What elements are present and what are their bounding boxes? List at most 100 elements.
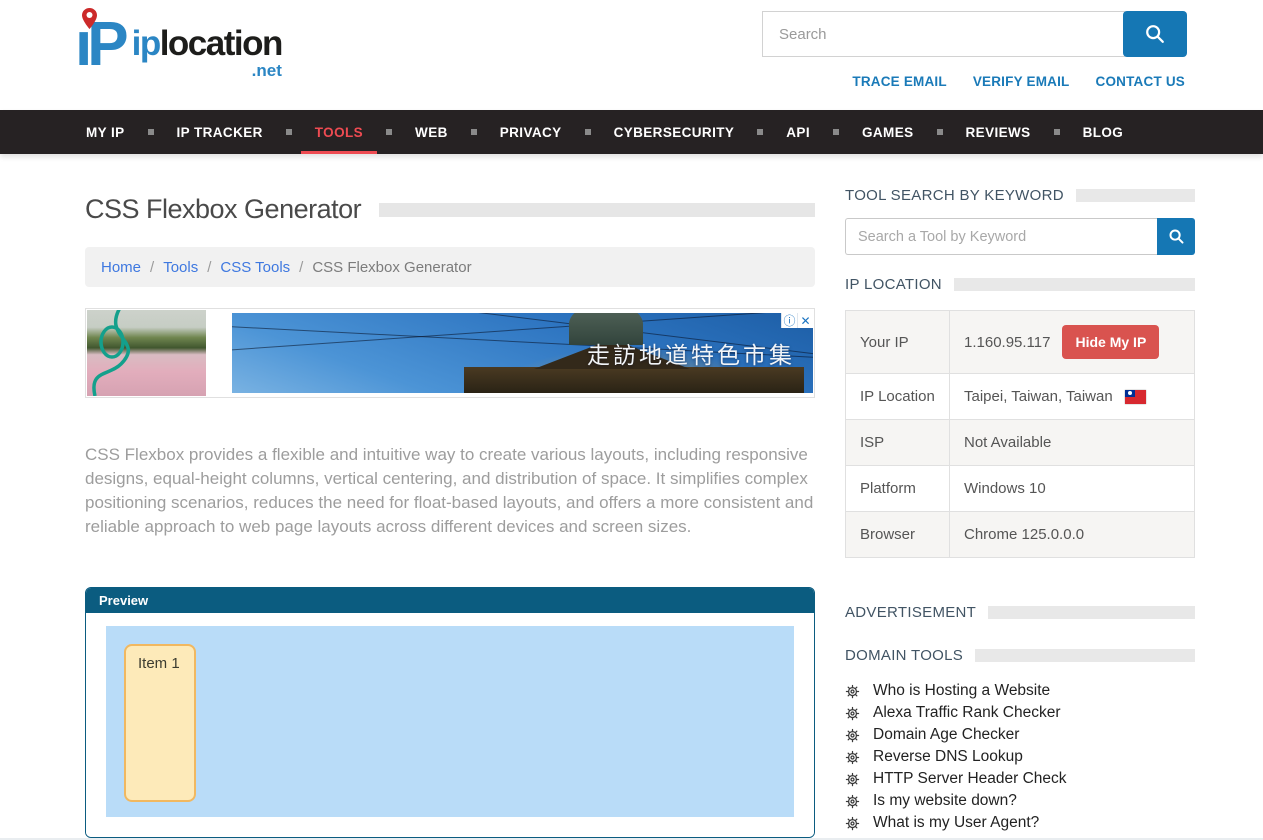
ip-row-value: Taipei, Taiwan, Taiwan [964,388,1113,405]
ad-image-left [87,310,206,396]
ip-row-value: Chrome 125.0.0.0 [964,526,1084,543]
ip-location-heading: IP LOCATION [845,276,942,293]
gear-icon [845,816,860,831]
domain-tool-item: Alexa Traffic Rank Checker [845,702,1195,724]
breadcrumb-separator: / [207,259,211,276]
domain-tool-item: HTTP Server Header Check [845,768,1195,790]
site-header: ıP iplocation .net TRACE EMAIL VERIFY EMA… [0,0,1263,110]
nav-separator-square [1054,129,1060,135]
breadcrumb-link-home[interactable]: Home [101,259,141,276]
domain-tools-heading-row: DOMAIN TOOLS [845,647,1195,664]
sidebar: TOOL SEARCH BY KEYWORD IP LOCATION Your … [845,154,1195,838]
hide-my-ip-button[interactable]: Hide My IP [1062,325,1159,359]
ip-row-label: IP Location [846,374,950,420]
nav-separator-square [148,129,154,135]
domain-tool-link-http-server-header-check[interactable]: HTTP Server Header Check [873,770,1067,788]
ip-table-row-platform: PlatformWindows 10 [846,466,1195,512]
breadcrumb-separator: / [299,259,303,276]
nav-item-blog[interactable]: BLOG [1069,110,1138,154]
heading-decorative-bar [1076,189,1195,202]
adchoices-info-icon[interactable]: ⓘ [781,313,797,328]
preview-panel: Preview Item 1 [85,587,815,838]
domain-tool-item: Who is Hosting a Website [845,680,1195,702]
flex-container: Item 1 [106,626,794,817]
domain-tool-item: Domain Age Checker [845,724,1195,746]
ad-building-graphic [464,367,804,393]
ip-table-row-browser: Browser Chrome 125.0.0.0 [846,512,1195,558]
content: CSS Flexbox Generator Home / Tools / CSS Too… [0,154,1263,838]
preview-body: Item 1 [86,613,814,837]
gear-icon [845,750,860,765]
breadcrumb-separator: / [150,259,154,276]
nav-item-web[interactable]: WEB [401,110,462,154]
header-link-trace-email[interactable]: TRACE EMAIL [852,74,946,89]
flex-item-1[interactable]: Item 1 [124,644,196,802]
breadcrumb-link-tools[interactable]: Tools [163,259,198,276]
domain-tool-link-who-is-hosting-a-website[interactable]: Who is Hosting a Website [873,682,1050,700]
tool-search-button[interactable] [1157,218,1195,255]
domain-tool-link-alexa-traffic-rank-checker[interactable]: Alexa Traffic Rank Checker [873,704,1061,722]
heading-decorative-bar [975,649,1195,662]
nav-item-reviews[interactable]: REVIEWS [952,110,1045,154]
domain-tool-link-reverse-dns-lookup[interactable]: Reverse DNS Lookup [873,748,1023,766]
header-search [762,11,1187,57]
gear-icon [845,794,860,809]
header-link-contact-us[interactable]: CONTACT US [1096,74,1186,89]
ip-row-value: Not Available [964,434,1051,451]
ad-close-icon[interactable]: ✕ [797,313,813,328]
ip-location-heading-row: IP LOCATION [845,276,1195,293]
nav-separator-square [471,129,477,135]
nav-item-privacy[interactable]: PRIVACY [486,110,576,154]
header-link-verify-email[interactable]: VERIFY EMAIL [973,74,1070,89]
header-links: TRACE EMAIL VERIFY EMAIL CONTACT US [852,74,1185,89]
nav-item-ip-tracker[interactable]: IP TRACKER [163,110,277,154]
breadcrumb-link-css-tools[interactable]: CSS Tools [220,259,290,276]
breadcrumb-current: CSS Flexbox Generator [312,259,471,276]
heading-decorative-bar [954,278,1195,291]
header-search-button[interactable] [1123,11,1187,57]
ip-row-label: Browser [846,512,950,558]
breadcrumb: Home / Tools / CSS Tools / CSS Flexbox Generat… [85,247,815,287]
domain-tool-link-domain-age-checker[interactable]: Domain Age Checker [873,726,1019,744]
preview-header: Preview [86,588,814,613]
ad-caption: 走訪地道特色市集 [587,336,795,370]
main-column: CSS Flexbox Generator Home / Tools / CSS Too… [85,154,815,838]
header-search-input[interactable] [762,11,1125,57]
logo-wordmark: iplocation [132,24,282,63]
ad-banner[interactable]: 走訪地道特色市集 ⓘ ✕ [85,308,815,398]
ip-table-row-isp: ISP Not Available [846,420,1195,466]
site-logo[interactable]: ıP iplocation .net [75,6,282,84]
domain-tool-link-what-is-my-user-agent[interactable]: What is my User Agent? [873,814,1039,832]
page-title: CSS Flexbox Generator [85,194,361,225]
domain-tool-item: Reverse DNS Lookup [845,746,1195,768]
ip-row-value: 1.160.95.117 [964,334,1050,351]
tool-search-input[interactable] [845,218,1157,255]
tool-search [845,218,1195,255]
taiwan-flag-icon [1125,390,1146,404]
domain-tools-list: Who is Hosting a Website Alexa Traffic Ra… [845,680,1195,834]
domain-tool-link-is-my-website-down[interactable]: Is my website down? [873,792,1017,810]
tool-search-heading: TOOL SEARCH BY KEYWORD [845,187,1064,204]
search-icon [1144,23,1166,45]
gear-icon [845,706,860,721]
nav-item-games[interactable]: GAMES [848,110,928,154]
nav-item-cybersecurity[interactable]: CYBERSECURITY [600,110,749,154]
nav-separator-square [286,129,292,135]
ad-scribble-graphic [87,310,206,396]
ip-row-label: Platform [846,466,950,512]
gear-icon [845,684,860,699]
logo-net: .net [132,62,282,79]
nav-item-my-ip[interactable]: MY IP [72,110,139,154]
location-pin-icon [82,8,97,29]
nav-item-tools[interactable]: TOOLS [301,110,377,154]
nav-item-api[interactable]: API [772,110,824,154]
main-nav-list: MY IP IP TRACKER TOOLS WEB PRIVACY CYBERSECUR… [0,110,1263,154]
domain-tools-heading: DOMAIN TOOLS [845,647,963,664]
main-nav: MY IP IP TRACKER TOOLS WEB PRIVACY CYBERSECUR… [0,110,1263,154]
ip-row-label: ISP [846,420,950,466]
tool-description: CSS Flexbox provides a flexible and intu… [85,443,815,539]
ip-row-label: Your IP [846,311,950,374]
advertisement-heading: ADVERTISEMENT [845,604,976,621]
nav-separator-square [937,129,943,135]
ad-image-right: 走訪地道特色市集 ⓘ ✕ [232,313,813,393]
